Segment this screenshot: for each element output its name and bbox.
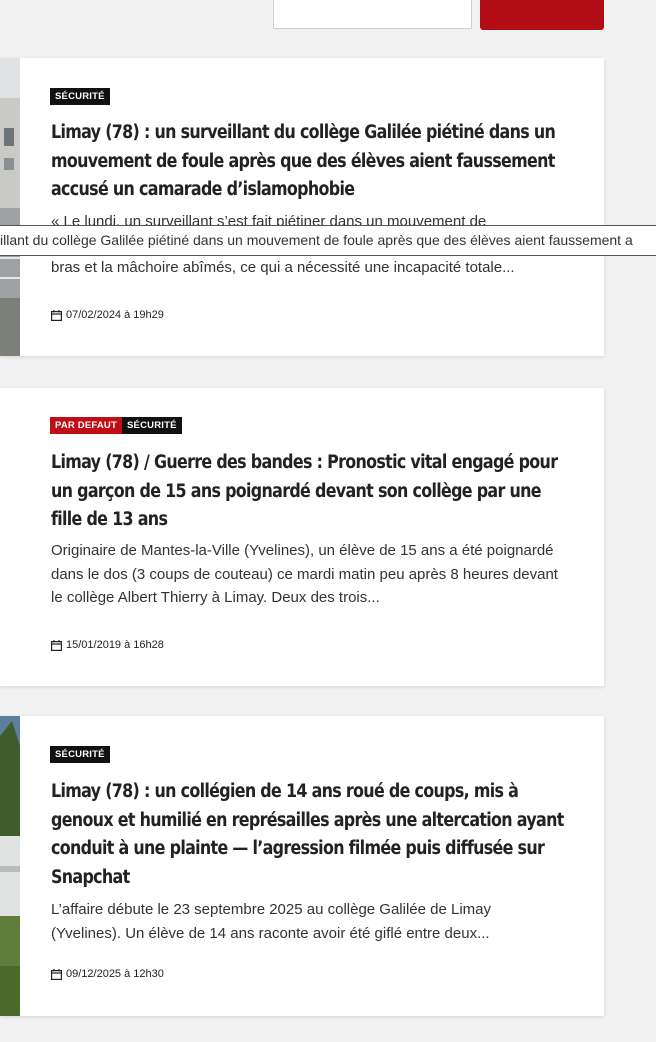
search-button[interactable]: [480, 0, 604, 30]
category-badge[interactable]: SÉCURITÉ: [122, 417, 182, 434]
calendar-icon: [51, 309, 62, 321]
date-text: 07/02/2024 à 19h29: [66, 309, 164, 321]
category-badge[interactable]: SÉCURITÉ: [50, 746, 110, 763]
article-date: 07/02/2024 à 19h29: [51, 309, 164, 321]
title-tooltip: illant du collège Galilée piétiné dans u…: [0, 225, 656, 256]
category-badges: SÉCURITÉ: [50, 88, 110, 105]
article-date: 15/01/2019 à 16h28: [51, 639, 164, 651]
article-title[interactable]: Limay (78) / Guerre des bandes : Pronost…: [51, 449, 576, 535]
article-date: 09/12/2025 à 12h30: [51, 968, 164, 980]
article-card[interactable]: SÉCURITÉ Limay (78) : un collégien de 14…: [0, 716, 604, 1016]
category-badge[interactable]: SÉCURITÉ: [50, 88, 110, 105]
article-excerpt: L’affaire débute le 23 septembre 2025 au…: [51, 901, 492, 942]
article-card[interactable]: SÉCURITÉ Limay (78) : un surveillant du …: [0, 58, 604, 356]
calendar-icon: [51, 639, 62, 651]
top-bar: [0, 0, 656, 40]
date-text: 09/12/2025 à 12h30: [66, 968, 164, 980]
article-excerpt-line: bras et la mâchoire abîmés, ce qui a néc…: [51, 259, 515, 276]
article-thumbnail[interactable]: [0, 716, 20, 1016]
search-input[interactable]: [273, 0, 472, 29]
category-badge[interactable]: PAR DEFAUT: [50, 417, 122, 434]
article-card[interactable]: PAR DEFAUT SÉCURITÉ Limay (78) / Guerre …: [0, 388, 604, 686]
category-badges: PAR DEFAUT SÉCURITÉ: [50, 417, 182, 434]
calendar-icon: [51, 968, 62, 980]
article-excerpt: Originaire de Mantes-la-Ville (Yvelines)…: [51, 542, 558, 606]
article-title[interactable]: Limay (78) : un surveillant du collège G…: [51, 119, 576, 205]
article-title[interactable]: Limay (78) : un collégien de 14 ans roué…: [51, 778, 576, 892]
article-thumbnail[interactable]: [0, 58, 20, 356]
date-text: 15/01/2019 à 16h28: [66, 639, 164, 651]
category-badges: SÉCURITÉ: [50, 746, 110, 763]
